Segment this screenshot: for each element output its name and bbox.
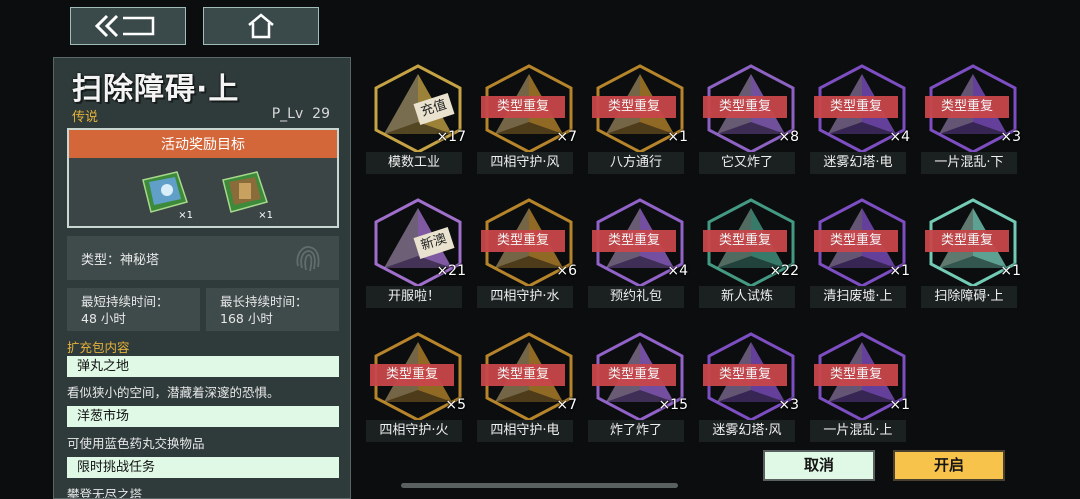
- duplicate-badge: 类型重复: [814, 364, 898, 386]
- pack-desc: 可使用蓝色药丸交换物品: [67, 436, 205, 451]
- min-duration: 最短持续时间： 48 小时: [67, 288, 200, 331]
- pack-count: ×3: [1000, 129, 1021, 145]
- duplicate-badge: 类型重复: [592, 364, 676, 386]
- fingerprint-icon: [296, 246, 320, 272]
- duplicate-badge: 类型重复: [370, 364, 454, 386]
- reward-item[interactable]: ×1: [217, 166, 273, 221]
- duplicate-badge: 类型重复: [814, 96, 898, 118]
- pack-name: 一片混乱·上: [810, 420, 906, 442]
- expansion-item[interactable]: 类型重复 ×4 预约礼包: [588, 196, 698, 308]
- pack-name: 预约礼包: [588, 286, 684, 308]
- reward-target-box: 活动奖励目标 ×1 ×1: [67, 128, 339, 228]
- pack-name: 四相守护·火: [366, 420, 462, 442]
- pack-count: ×1: [889, 263, 910, 279]
- expansion-item[interactable]: 类型重复 ×22 新人试炼: [699, 196, 809, 308]
- pack-count: ×1: [667, 129, 688, 145]
- cancel-button[interactable]: 取消: [763, 450, 875, 481]
- pack-desc: 看似狭小的空间，潜藏着深邃的恐惧。: [67, 385, 280, 400]
- back-button[interactable]: [70, 7, 186, 45]
- pack-name: 炸了炸了: [588, 420, 684, 442]
- pack-item: 弹丸之地: [67, 356, 339, 377]
- expansion-item[interactable]: 充值 ×17 模数工业: [366, 62, 476, 174]
- pack-count: ×8: [778, 129, 799, 145]
- pack-item: 限时挑战任务: [67, 457, 339, 478]
- detail-panel: 扫除障碍·上 传说 P_Lv 29 活动奖励目标 ×1 ×1 类型：神秘塔 最短…: [53, 57, 351, 499]
- pack-content-title: 扩充包内容: [67, 340, 130, 355]
- expansion-item[interactable]: 类型重复 ×15 炸了炸了: [588, 330, 698, 442]
- pack-count: ×1: [1000, 263, 1021, 279]
- expansion-item[interactable]: 新澳 ×21 开服啦！: [366, 196, 476, 308]
- pack-count: ×3: [778, 397, 799, 413]
- pack-title: 扫除障碍·上: [72, 72, 240, 107]
- expansion-item[interactable]: 类型重复 ×7 四相守护·风: [477, 62, 587, 174]
- duplicate-badge: 类型重复: [592, 230, 676, 252]
- duplicate-badge: 类型重复: [814, 230, 898, 252]
- pack-name: 四相守护·风: [477, 152, 573, 174]
- duplicate-badge: 类型重复: [703, 364, 787, 386]
- duplicate-badge: 类型重复: [481, 230, 565, 252]
- rarity-label: 传说: [72, 110, 99, 125]
- pack-name: 开服啦！: [366, 286, 462, 308]
- pack-name: 扫除障碍·上: [921, 286, 1017, 308]
- pack-count: ×4: [667, 263, 688, 279]
- expansion-item[interactable]: 类型重复 ×1 清扫废墟·上: [810, 196, 920, 308]
- type-row: 类型：神秘塔: [67, 236, 339, 280]
- pack-desc: 攀登无尽之塔: [67, 487, 143, 499]
- expansion-item[interactable]: 类型重复 ×7 四相守护·电: [477, 330, 587, 442]
- pack-name: 迷雾幻塔·电: [810, 152, 906, 174]
- pack-count: ×5: [445, 397, 466, 413]
- expansion-item[interactable]: 类型重复 ×1 扫除障碍·上: [921, 196, 1031, 308]
- expansion-item[interactable]: 类型重复 ×1 八方通行: [588, 62, 698, 174]
- pack-name: 新人试炼: [699, 286, 795, 308]
- expansion-item[interactable]: 类型重复 ×5 四相守护·火: [366, 330, 476, 442]
- expansion-item[interactable]: 类型重复 ×4 迷雾幻塔·电: [810, 62, 920, 174]
- pack-name: 四相守护·电: [477, 420, 573, 442]
- player-level: P_Lv 29: [271, 106, 330, 122]
- pack-name: 迷雾幻塔·风: [699, 420, 795, 442]
- pack-name: 它又炸了: [699, 152, 795, 174]
- pack-count: ×7: [556, 397, 577, 413]
- back-icon: [94, 14, 155, 38]
- pack-count: ×4: [889, 129, 910, 145]
- expansion-item[interactable]: 类型重复 ×8 它又炸了: [699, 62, 809, 174]
- home-icon: [248, 13, 274, 39]
- duplicate-badge: 类型重复: [925, 230, 1009, 252]
- expansion-item[interactable]: 类型重复 ×6 四相守护·水: [477, 196, 587, 308]
- expansion-item[interactable]: 类型重复 ×1 一片混乱·上: [810, 330, 920, 442]
- pack-count: ×17: [436, 129, 466, 145]
- duplicate-badge: 类型重复: [592, 96, 676, 118]
- pack-name: 模数工业: [366, 152, 462, 174]
- duplicate-badge: 类型重复: [481, 364, 565, 386]
- pack-name: 八方通行: [588, 152, 684, 174]
- duplicate-badge: 类型重复: [703, 96, 787, 118]
- pack-count: ×7: [556, 129, 577, 145]
- expansion-item[interactable]: 类型重复 ×3 一片混乱·下: [921, 62, 1031, 174]
- duplicate-badge: 类型重复: [925, 96, 1009, 118]
- duplicate-badge: 类型重复: [481, 96, 565, 118]
- pack-count: ×6: [556, 263, 577, 279]
- pack-count: ×15: [658, 397, 688, 413]
- expansion-item[interactable]: 类型重复 ×3 迷雾幻塔·风: [699, 330, 809, 442]
- pack-count: ×21: [436, 263, 466, 279]
- type-label: 类型：神秘塔: [81, 252, 160, 268]
- open-button[interactable]: 开启: [893, 450, 1005, 481]
- duplicate-badge: 类型重复: [703, 230, 787, 252]
- pack-item: 洋葱市场: [67, 406, 339, 427]
- pack-name: 四相守护·水: [477, 286, 573, 308]
- home-button[interactable]: [203, 7, 319, 45]
- pack-count: ×1: [889, 397, 910, 413]
- reward-item[interactable]: ×1: [137, 166, 193, 221]
- max-duration: 最长持续时间： 168 小时: [206, 288, 339, 331]
- scrollbar[interactable]: [401, 483, 678, 488]
- reward-title: 活动奖励目标: [69, 130, 337, 158]
- pack-name: 一片混乱·下: [921, 152, 1017, 174]
- pack-name: 清扫废墟·上: [810, 286, 906, 308]
- pack-count: ×22: [769, 263, 799, 279]
